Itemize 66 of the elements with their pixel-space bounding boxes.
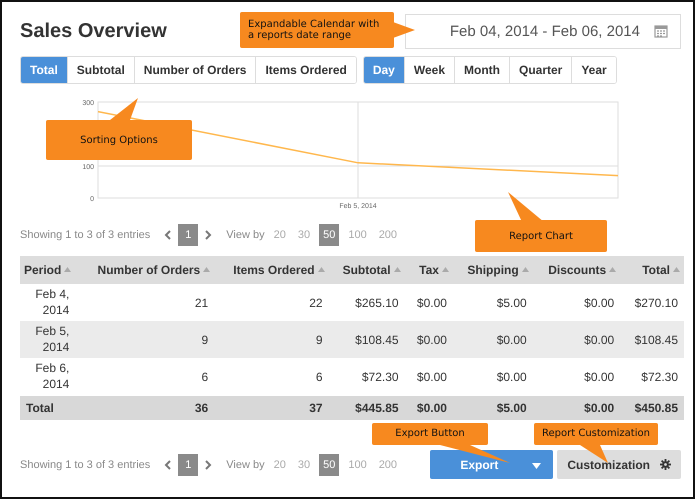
column-header[interactable]: Items Ordered (214, 256, 329, 284)
table-cell: Feb 5, 2014 (20, 321, 76, 358)
sort-icon (64, 267, 72, 272)
column-header[interactable]: Tax (404, 256, 453, 284)
callout-pointer (393, 20, 415, 40)
gear-icon (660, 459, 671, 470)
export-dropdown-button[interactable] (520, 450, 554, 480)
calendar-icon (654, 24, 668, 38)
table-cell-text: Feb 6, 2014 (34, 360, 70, 393)
total-cell: 36 (75, 396, 214, 420)
callout-pointer (108, 98, 138, 120)
sort-icon (203, 267, 210, 272)
total-cell: $5.00 (452, 396, 533, 420)
total-cell: $0.00 (532, 396, 620, 420)
table-cell: $0.00 (404, 284, 453, 322)
customization-button[interactable]: Customization (557, 450, 681, 480)
table-cell: $108.45 (620, 321, 684, 358)
table-cell-text: $0.00 (416, 368, 448, 386)
table-cell: $0.00 (452, 321, 533, 358)
sort-icon (673, 267, 680, 272)
table-cell-text: 6 (200, 368, 210, 386)
sort-icon (442, 267, 449, 272)
table-cell: $5.00 (452, 284, 533, 322)
total-cell: $450.85 (620, 396, 684, 420)
sort-icon (394, 267, 401, 272)
column-header[interactable]: Shipping (452, 256, 533, 284)
column-header[interactable]: Period (20, 256, 76, 284)
table-cell: $108.45 (328, 321, 405, 358)
table-cell-text: $72.30 (360, 368, 400, 386)
total-cell: 37 (214, 396, 329, 420)
table-cell-text: $0.00 (496, 368, 528, 386)
total-cell: $445.85 (328, 396, 405, 420)
sort-icon (318, 267, 325, 272)
previous-page-icon[interactable] (164, 460, 172, 470)
table-cell-text: $72.30 (640, 368, 679, 386)
previous-page-icon[interactable] (164, 230, 172, 240)
table-cell: 22 (214, 284, 329, 322)
annotation-callout: Expandable Calendar with a reports date range (240, 12, 394, 48)
date-range-field[interactable]: Feb 04, 2014 - Feb 06, 2014 (404, 14, 681, 48)
next-page-icon[interactable] (204, 230, 212, 240)
column-header[interactable]: Total (620, 256, 684, 284)
table-cell: $0.00 (532, 321, 620, 358)
sort-icon (609, 267, 616, 272)
caret-icon (532, 463, 542, 470)
table-cell: $270.10 (620, 284, 684, 322)
table-cell: Feb 4, 2014 (20, 284, 76, 322)
view-by-label: View by (226, 229, 265, 241)
column-header[interactable]: Number of Orders (75, 256, 214, 284)
table-cell: $265.10 (328, 284, 405, 322)
table-cell: 9 (214, 321, 329, 358)
view-by-label: View by (226, 458, 265, 471)
table-cell: $0.00 (532, 284, 620, 322)
table-cell: $0.00 (404, 321, 453, 358)
table-cell: 9 (75, 321, 214, 358)
column-header[interactable]: Discounts (532, 256, 620, 284)
table-cell-text: 6 (314, 368, 324, 386)
entries-summary: Showing 1 to 3 of 3 entries (20, 458, 150, 471)
page-title: Sales Overview (20, 20, 167, 42)
total-cell: $0.00 (404, 396, 453, 420)
total-cell: Total (20, 396, 76, 420)
table-cell-text: $0.00 (583, 368, 616, 386)
entries-summary: Showing 1 to 3 of 3 entries (20, 229, 150, 241)
table-cell: 21 (75, 284, 214, 322)
next-page-icon[interactable] (204, 460, 212, 470)
sort-icon (522, 267, 529, 272)
column-header[interactable]: Subtotal (328, 256, 405, 284)
